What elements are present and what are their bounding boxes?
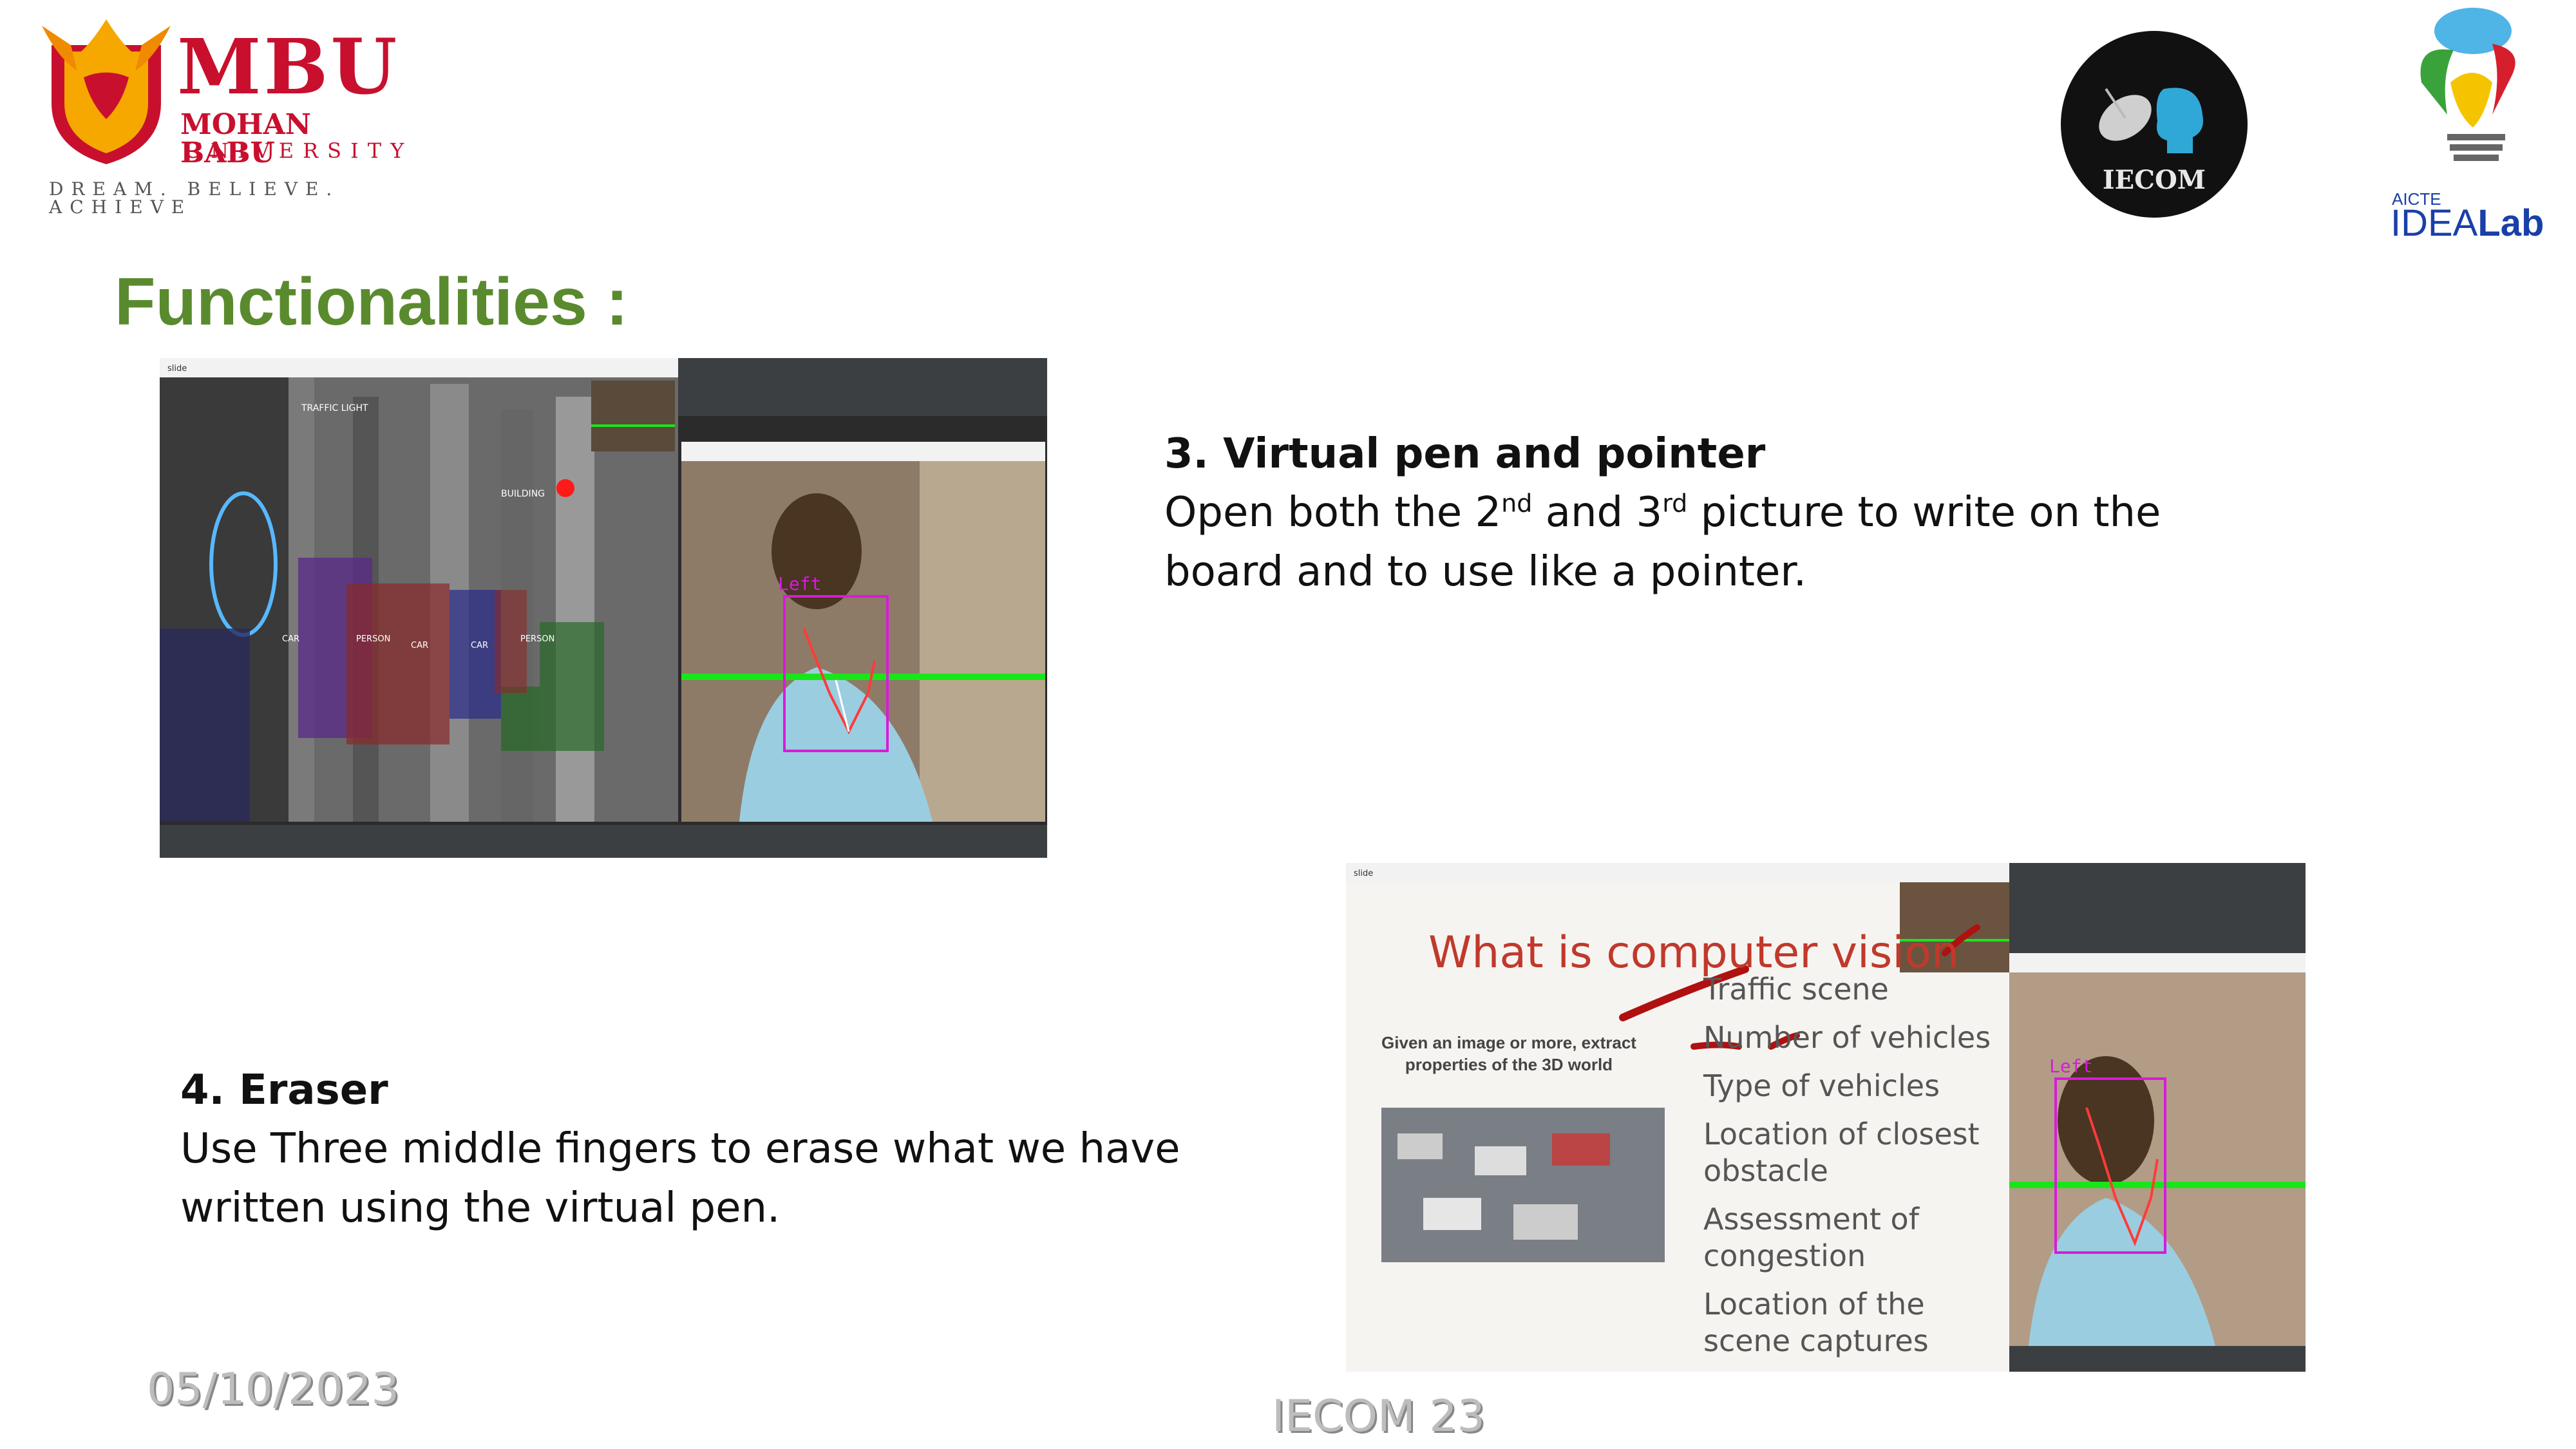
section-4-body: Use Three middle fingers to erase what w… [180,1119,1180,1238]
svg-text:Left: Left [778,573,821,594]
slide-bullet-list: Traffic scene Number of vehicles Type of… [1703,971,1991,1359]
section-3-sup-b: rd [1662,489,1688,518]
mbu-logo: MBU MOHAN BABU UNIVERSITY DREAM. BELIEVE… [39,6,404,216]
lightbulb-people-icon [2420,8,2515,161]
aicte-idea-lab-logo: AICTE IDEALab [2383,5,2550,242]
section-3-text-c: picture to write on the [1687,489,2161,536]
bullet-6: Location of the [1703,1287,1925,1321]
slide-left-caption: Given an image or more, extract properti… [1370,1032,1647,1075]
svg-text:Left: Left [2049,1056,2092,1077]
bullet-4: Location of closest [1703,1117,1980,1151]
screenshot-1-image: TRAFFIC LIGHT BUILDING CAR PERSON CAR CA… [160,358,1047,858]
screenshot-object-detection: TRAFFIC LIGHT BUILDING CAR PERSON CAR CA… [160,358,1047,858]
section-4-line-2: written using the virtual pen. [180,1184,781,1232]
screenshot-virtual-pen: Left slide What is computer vision Given… [1346,863,2306,1372]
svg-text:PERSON: PERSON [356,634,390,644]
iecom-logo: IECOM [2061,31,2248,218]
bullet-6-cont: scene captures [1703,1323,1929,1358]
section-4-line-1: Use Three middle fingers to erase what w… [180,1125,1180,1173]
section-3-text-b: and 3 [1532,489,1663,536]
bullet-4-cont: obstacle [1703,1153,1828,1188]
svg-text:PERSON: PERSON [520,634,554,644]
phoenix-crest-icon [42,19,171,164]
idea-lab-label: IDEALab [2391,205,2544,242]
mbu-name-line2: UNIVERSITY [184,138,413,163]
section-3-line-1: Open both the 2nd and 3rd picture to wri… [1164,483,2161,542]
idea-word: IDEA [2391,202,2478,244]
section-3-text-a: Open both the 2 [1164,489,1502,536]
bullet-5: Assessment of [1703,1202,1919,1236]
svg-text:slide: slide [1354,869,1373,878]
bullet-1: Traffic scene [1703,972,1889,1007]
section-3-title: 3. Virtual pen and pointer [1164,430,1766,478]
bullet-5-cont: congestion [1703,1238,1866,1273]
footer-date: 05/10/2023 [147,1364,399,1415]
satellite-head-icon [2099,88,2203,153]
bullet-3: Type of vehicles [1703,1068,1940,1103]
svg-text:CAR: CAR [471,641,488,650]
svg-text:CAR: CAR [282,634,299,644]
section-4-title: 4. Eraser [180,1066,388,1114]
svg-text:slide: slide [167,364,187,374]
footer-conference: IECOM 23 [1272,1391,1485,1442]
mbu-short-name: MBU [177,22,400,111]
iecom-label: IECOM [2102,165,2206,195]
caption-line-1: Given an image or more, extract [1381,1033,1636,1052]
bullet-2: Number of vehicles [1703,1020,1991,1055]
section-3-sup-a: nd [1501,489,1533,518]
caption-line-2: properties of the 3D world [1405,1055,1613,1074]
section-3-line-2: board and to use like a pointer. [1164,548,1807,596]
svg-text:BUILDING: BUILDING [501,489,545,499]
svg-text:CAR: CAR [411,641,428,650]
mbu-tagline: DREAM. BELIEVE. ACHIEVE [49,178,340,218]
section-3-body: Open both the 2nd and 3rd picture to wri… [1164,483,2161,601]
lab-word: Lab [2477,202,2544,244]
page-title: Functionalities : [115,265,629,339]
svg-text:TRAFFIC LIGHT: TRAFFIC LIGHT [301,403,368,413]
